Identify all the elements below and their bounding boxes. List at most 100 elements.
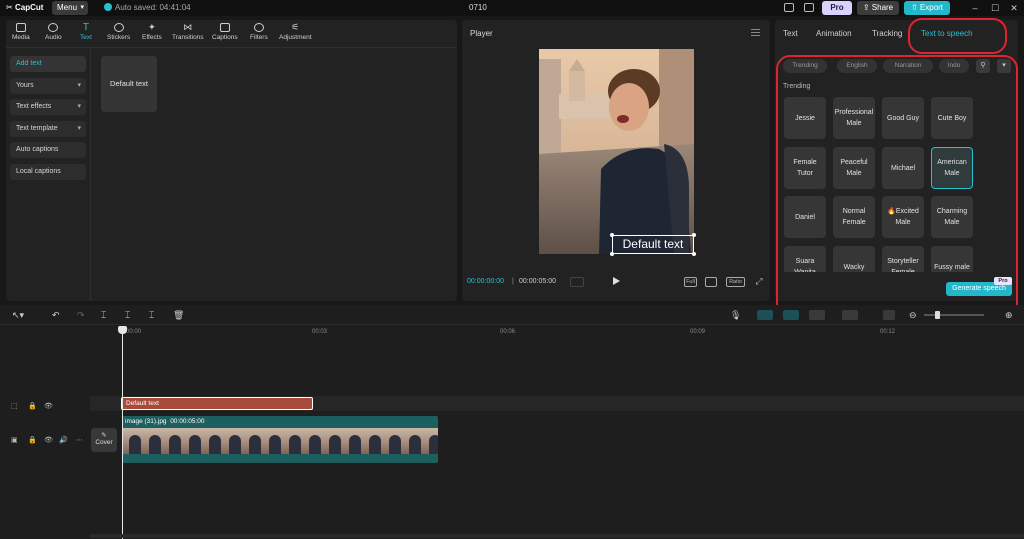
tool-label: Media <box>12 34 30 41</box>
tool-filters[interactable]: Filters <box>250 23 268 41</box>
preview-axis-icon[interactable] <box>809 310 825 320</box>
default-text-card[interactable]: Default text <box>101 56 157 112</box>
share-button[interactable]: ⇪ Share <box>857 1 899 15</box>
caption-track-icon[interactable] <box>883 310 895 320</box>
time-ruler[interactable]: 00:00 00:03 00:06 00:09 00:12 <box>90 327 1024 339</box>
eye-icon[interactable]: 👁 <box>44 402 53 410</box>
audio-icon <box>48 23 59 32</box>
split-left-icon[interactable]: ⌶ <box>125 310 130 320</box>
video-preview[interactable] <box>539 49 694 254</box>
resize-handle[interactable] <box>610 233 614 237</box>
sidebar-item-text-effects[interactable]: Text effects ▾ <box>10 99 86 115</box>
maximize-icon[interactable]: ☐ <box>988 1 1002 15</box>
sidebar-item-add-text[interactable]: Add text <box>10 56 86 72</box>
full-button[interactable]: Full <box>684 277 697 287</box>
text-overlay[interactable]: Default text <box>612 235 694 254</box>
link-icon[interactable] <box>783 310 799 320</box>
thumbnail <box>302 428 322 454</box>
split-icon[interactable]: ⌶ <box>101 310 106 320</box>
playhead-handle[interactable] <box>118 326 127 334</box>
resize-handle[interactable] <box>610 252 614 256</box>
video-clip[interactable]: image (31).jpg 00:00:05:00 <box>122 416 438 463</box>
ruler-label: 00:06 <box>500 329 516 335</box>
zoom-slider-thumb[interactable] <box>935 311 940 319</box>
zoom-out-icon[interactable]: ⊖ <box>909 310 917 320</box>
timeline-scrollbar[interactable] <box>90 534 1024 538</box>
tool-effects[interactable]: ✦ Effects <box>142 23 162 42</box>
export-label: Export <box>919 3 944 12</box>
tool-label: Filters <box>250 34 268 41</box>
tab-tracking[interactable]: Tracking <box>872 29 902 38</box>
more-icon[interactable]: ⋯ <box>76 436 83 444</box>
resize-handle[interactable] <box>692 233 696 237</box>
fullscreen-icon[interactable]: ⤢ <box>754 277 764 287</box>
preview-frame <box>539 49 694 254</box>
tool-transitions[interactable]: ⋈ Transitions <box>172 22 204 42</box>
thumbnail <box>322 428 342 454</box>
thumbnail <box>382 428 402 454</box>
play-button[interactable] <box>613 277 620 285</box>
media-icon <box>15 23 26 32</box>
lock-icon[interactable]: 🔒 <box>28 402 37 410</box>
player-title: Player <box>470 29 493 38</box>
tool-audio[interactable]: Audio <box>45 23 62 41</box>
zoom-in-icon[interactable]: ⊕ <box>1005 310 1013 320</box>
snap-icon[interactable] <box>842 310 858 320</box>
tool-label: Transitions <box>172 34 204 41</box>
player-menu-icon[interactable] <box>751 29 760 36</box>
tool-stickers[interactable]: Stickers <box>107 23 130 41</box>
eye-icon[interactable]: 👁 <box>44 436 53 444</box>
sidebar-item-auto-captions[interactable]: Auto captions <box>10 142 86 158</box>
shortcuts-icon[interactable] <box>784 3 794 12</box>
tab-text[interactable]: Text <box>783 29 798 38</box>
volume-icon[interactable]: 🔊 <box>59 436 68 444</box>
sidebar-item-yours[interactable]: Yours ▾ <box>10 77 86 94</box>
ratio-button[interactable]: Ratio <box>726 277 745 287</box>
thumbnail <box>342 428 362 454</box>
timeline-view-icon[interactable] <box>570 277 584 287</box>
video-clip-name: image (31).jpg <box>125 418 167 425</box>
video-track-header: ▣ 🔒 👁 🔊 ⋯ <box>0 433 90 449</box>
thumbnail <box>362 428 382 454</box>
text-clip[interactable]: Default text <box>121 397 313 410</box>
tool-captions[interactable]: Captions <box>212 23 238 41</box>
tool-adjustment[interactable]: ⚟ Adjustment <box>279 22 312 42</box>
microphone-icon[interactable]: 🎙 <box>730 310 741 320</box>
text-track-header: ⬚ 🔒 👁 <box>0 399 90 415</box>
highlight-ring-tab <box>908 18 1007 54</box>
project-title[interactable]: 0710 <box>469 3 487 12</box>
undo-icon[interactable]: ↶ <box>52 310 60 320</box>
thumbnail <box>242 428 262 454</box>
menu-button[interactable]: Menu ▾ <box>52 1 88 15</box>
adjustment-icon: ⚟ <box>291 22 300 32</box>
sidebar-item-label: Yours <box>16 81 34 89</box>
tab-animation[interactable]: Animation <box>816 29 852 38</box>
close-icon[interactable]: ✕ <box>1007 1 1021 15</box>
export-button[interactable]: ⇧ Export <box>904 1 950 15</box>
redo-icon[interactable]: ↷ <box>77 310 85 320</box>
minimize-icon[interactable]: – <box>968 1 982 15</box>
select-tool-icon[interactable]: ↖▾ <box>12 310 24 320</box>
pro-button[interactable]: Pro <box>822 1 852 15</box>
playhead[interactable] <box>122 327 123 539</box>
thumbnail <box>222 428 242 454</box>
share-label: Share <box>871 3 894 12</box>
thumbnail <box>402 428 422 454</box>
ruler-label: 00:09 <box>690 329 706 335</box>
sidebar-item-local-captions[interactable]: Local captions <box>10 163 86 180</box>
magnet-icon[interactable] <box>757 310 773 320</box>
delete-icon[interactable]: 🗑 <box>173 310 184 320</box>
layout-icon[interactable] <box>804 3 814 12</box>
split-right-icon[interactable]: ⌶ <box>149 310 154 320</box>
transitions-icon: ⋈ <box>183 22 193 32</box>
lock-icon[interactable]: 🔒 <box>28 436 37 444</box>
sidebar-item-text-template[interactable]: Text template ▾ <box>10 120 86 137</box>
tool-text[interactable]: T Text <box>80 23 92 42</box>
crop-icon[interactable] <box>705 277 717 287</box>
chevron-down-icon: ▾ <box>80 4 84 11</box>
cover-button[interactable]: ✎ Cover <box>91 428 117 452</box>
tool-media[interactable]: Media <box>12 23 30 41</box>
zoom-slider[interactable] <box>924 314 984 316</box>
tool-label: Captions <box>212 34 238 41</box>
resize-handle[interactable] <box>692 252 696 256</box>
